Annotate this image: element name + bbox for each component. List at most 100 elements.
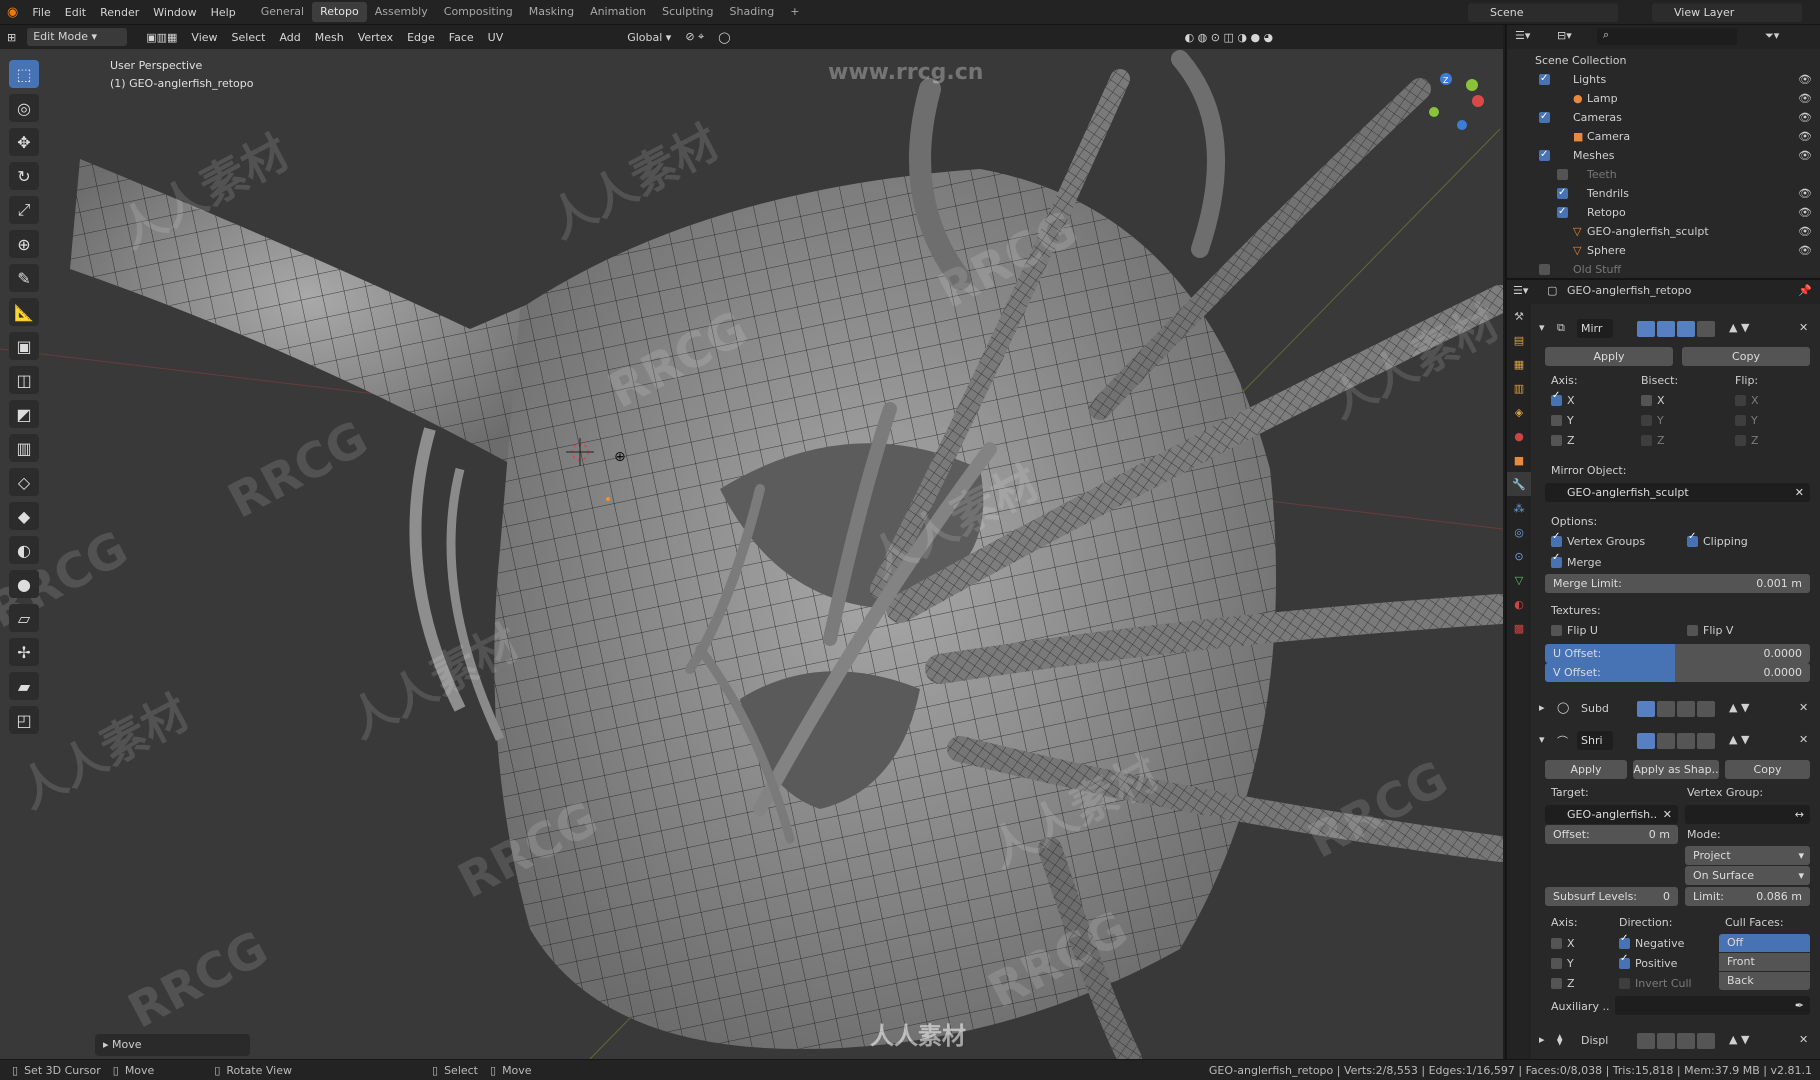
clipping-checkbox[interactable] bbox=[1687, 531, 1698, 547]
shrinkwrap-copy-button[interactable]: Copy bbox=[1725, 760, 1810, 779]
menu-window[interactable]: Window bbox=[146, 6, 203, 19]
move-tool-icon[interactable]: ✥ bbox=[9, 128, 39, 156]
modifier-tab-icon[interactable]: 🔧 bbox=[1507, 472, 1531, 496]
3d-viewport[interactable]: ⊕ Z 人人素材 人人素材 RRCG RRCG RRCG 人人素材 人人素材 人… bbox=[0, 49, 1503, 1059]
remove-modifier-icon[interactable]: ✕ bbox=[1799, 733, 1808, 746]
menu-help[interactable]: Help bbox=[204, 6, 243, 19]
outliner-item-lights[interactable]: Lights 👁 bbox=[1507, 69, 1820, 89]
invert-icon[interactable]: ↔ bbox=[1795, 805, 1804, 824]
cull-front-option[interactable]: Front bbox=[1719, 953, 1810, 971]
tab-sculpting[interactable]: Sculpting bbox=[654, 2, 721, 22]
eye-icon[interactable]: 👁 bbox=[1798, 222, 1812, 241]
tab-animation[interactable]: Animation bbox=[582, 2, 654, 22]
edge-slide-tool-icon[interactable]: ▱ bbox=[9, 604, 39, 632]
camera-toggle-icon[interactable] bbox=[1637, 701, 1655, 717]
tab-masking[interactable]: Masking bbox=[521, 2, 582, 22]
knife-tool-icon[interactable]: ◇ bbox=[9, 468, 39, 496]
collapse-icon[interactable]: ▾ bbox=[1539, 321, 1545, 334]
select-mode-icons[interactable]: ▣▥▦ bbox=[139, 31, 184, 44]
proportional-edit-icon[interactable]: ◯ bbox=[711, 31, 737, 44]
bisect-x-checkbox[interactable] bbox=[1641, 395, 1652, 406]
scene-selector[interactable]: Scene bbox=[1468, 3, 1618, 22]
last-operator-panel[interactable]: ▸ Move bbox=[95, 1034, 250, 1056]
outliner-item-tendrils[interactable]: Tendrils 👁 bbox=[1507, 183, 1820, 203]
merge-checkbox[interactable] bbox=[1551, 552, 1562, 568]
mirror-modifier-header[interactable]: ▾ ⧉ Mirr ▲ ▼ ✕ bbox=[1537, 318, 1817, 340]
lights-checkbox[interactable] bbox=[1539, 69, 1550, 88]
realtime-toggle-icon[interactable] bbox=[1657, 1033, 1675, 1049]
bevel-tool-icon[interactable]: ◩ bbox=[9, 400, 39, 428]
u-offset-field[interactable]: U Offset: 0.0000 bbox=[1545, 644, 1810, 663]
remove-modifier-icon[interactable]: ✕ bbox=[1799, 321, 1808, 334]
extrude-tool-icon[interactable]: ▣ bbox=[9, 332, 39, 360]
eye-icon[interactable]: 👁 bbox=[1798, 108, 1812, 127]
menu-edge[interactable]: Edge bbox=[400, 31, 442, 44]
mode-selector[interactable]: Edit Mode ▾ bbox=[27, 28, 128, 46]
eye-icon[interactable]: 👁 bbox=[1798, 184, 1812, 203]
add-workspace-icon[interactable]: + bbox=[782, 2, 807, 22]
outliner-item-camera[interactable]: ■ Camera 👁 bbox=[1507, 127, 1820, 146]
view-layer-selector[interactable]: View Layer bbox=[1652, 3, 1802, 22]
world-tab-icon[interactable]: ● bbox=[1507, 424, 1531, 448]
outliner-search-input[interactable]: ⌕ bbox=[1597, 28, 1737, 45]
camera-toggle-icon[interactable] bbox=[1637, 1033, 1655, 1049]
axis-z-checkbox[interactable] bbox=[1551, 435, 1562, 446]
object-tab-icon[interactable]: ■ bbox=[1507, 448, 1531, 472]
move-up-icon[interactable]: ▲ ▼ bbox=[1729, 701, 1749, 714]
tab-general[interactable]: General bbox=[253, 2, 312, 22]
displace-modifier-header[interactable]: ▸ ⧫ Displ ▲ ▼ ✕ bbox=[1537, 1030, 1817, 1052]
editmode-toggle-icon[interactable] bbox=[1677, 321, 1695, 337]
constraints-tab-icon[interactable]: ⊙ bbox=[1507, 544, 1531, 568]
realtime-toggle-icon[interactable] bbox=[1657, 733, 1675, 749]
outliner-item-meshes[interactable]: Meshes 👁 bbox=[1507, 145, 1820, 165]
cage-toggle-icon[interactable] bbox=[1697, 733, 1715, 749]
displace-modifier-name[interactable]: Displ bbox=[1581, 1034, 1608, 1047]
eye-icon[interactable]: 👁 bbox=[1798, 70, 1812, 89]
transform-tool-icon[interactable]: ⊕ bbox=[9, 230, 39, 258]
positive-checkbox[interactable] bbox=[1619, 953, 1630, 969]
vertex-groups-checkbox[interactable] bbox=[1551, 531, 1562, 547]
physics-tab-icon[interactable]: ◎ bbox=[1507, 520, 1531, 544]
properties-editor-icon[interactable]: ☰▾ bbox=[1513, 284, 1528, 297]
output-tab-icon[interactable]: ▦ bbox=[1507, 352, 1531, 376]
menu-render[interactable]: Render bbox=[93, 6, 146, 19]
select-box-tool-icon[interactable]: ⬚ bbox=[9, 60, 39, 88]
shrinkwrap-apply-button[interactable]: Apply bbox=[1545, 760, 1627, 779]
subdivision-modifier-header[interactable]: ▸ ◯ Subd ▲ ▼ ✕ bbox=[1537, 698, 1817, 720]
overlay-icons[interactable]: ◐ ◍ ⊙ ◫ ◑ ● ◕ bbox=[1178, 31, 1281, 44]
outliner-scene-collection[interactable]: Scene Collection bbox=[1507, 51, 1820, 70]
merge-limit-field[interactable]: Merge Limit: 0.001 m bbox=[1545, 574, 1810, 593]
poly-build-tool-icon[interactable]: ◆ bbox=[9, 502, 39, 530]
realtime-toggle-icon[interactable] bbox=[1657, 701, 1675, 717]
annotate-tool-icon[interactable]: ✎ bbox=[9, 264, 39, 292]
shrink-axis-y-checkbox[interactable] bbox=[1551, 958, 1562, 969]
snap-icon[interactable]: ⊘ ⌖ bbox=[678, 30, 711, 44]
cage-toggle-icon[interactable] bbox=[1697, 321, 1715, 337]
filter-icon[interactable]: ⏷▾ bbox=[1765, 29, 1779, 43]
camera-toggle-icon[interactable] bbox=[1637, 321, 1655, 337]
menu-file[interactable]: File bbox=[25, 6, 57, 19]
loop-cut-tool-icon[interactable]: ▥ bbox=[9, 434, 39, 462]
move-up-icon[interactable]: ▲ ▼ bbox=[1729, 321, 1749, 334]
cameras-checkbox[interactable] bbox=[1539, 107, 1550, 126]
cull-off-option[interactable]: Off bbox=[1719, 934, 1810, 952]
editmode-toggle-icon[interactable] bbox=[1677, 1033, 1695, 1049]
mirror-copy-button[interactable]: Copy bbox=[1682, 347, 1810, 366]
outliner-item-geo-sculpt[interactable]: ▽ GEO-anglerfish_sculpt 👁 bbox=[1507, 222, 1820, 241]
render-tab-icon[interactable]: ▤ bbox=[1507, 328, 1531, 352]
apply-as-shape-button[interactable]: Apply as Shap.. bbox=[1633, 760, 1719, 779]
teeth-checkbox[interactable] bbox=[1557, 169, 1568, 180]
spin-tool-icon[interactable]: ◐ bbox=[9, 536, 39, 564]
cull-back-option[interactable]: Back bbox=[1719, 972, 1810, 990]
outliner-item-cameras[interactable]: Cameras 👁 bbox=[1507, 107, 1820, 127]
flip-z-checkbox[interactable] bbox=[1735, 435, 1746, 446]
blender-logo-icon[interactable]: ◉ bbox=[0, 5, 25, 20]
negative-checkbox[interactable] bbox=[1619, 933, 1630, 949]
target-field[interactable]: GEO-anglerfish.. ✕ bbox=[1545, 805, 1678, 824]
remove-modifier-icon[interactable]: ✕ bbox=[1799, 1033, 1808, 1046]
bisect-y-checkbox[interactable] bbox=[1641, 415, 1652, 426]
rotate-tool-icon[interactable]: ↻ bbox=[9, 162, 39, 190]
tab-assembly[interactable]: Assembly bbox=[367, 2, 436, 22]
eye-icon[interactable]: 👁 bbox=[1798, 146, 1812, 165]
shrink-axis-x-checkbox[interactable] bbox=[1551, 938, 1562, 949]
